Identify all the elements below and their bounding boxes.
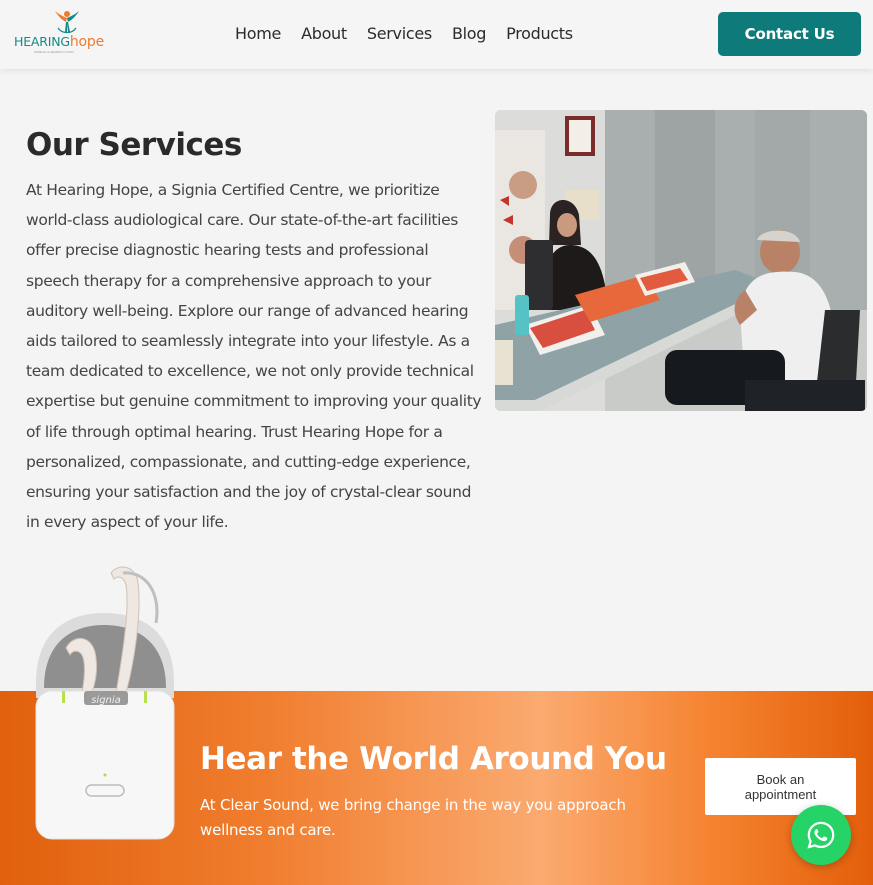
logo-word-hope: hope	[69, 34, 104, 50]
hearing-aid-charger-image: signia	[26, 563, 186, 843]
site-header: HEARINGhope SPEECH & HEARING CLINIC Home…	[0, 0, 873, 69]
nav-home[interactable]: Home	[235, 24, 281, 43]
whatsapp-icon	[807, 821, 835, 849]
clinic-scene-illustration	[495, 110, 867, 411]
nav-services[interactable]: Services	[367, 24, 432, 43]
nav-blog[interactable]: Blog	[452, 24, 486, 43]
device-brand-label: signia	[91, 695, 121, 706]
contact-us-button[interactable]: Contact Us	[718, 12, 861, 56]
main-nav: Home About Services Blog Products	[235, 24, 573, 43]
logo-tagline: SPEECH & HEARING CLINIC	[34, 50, 75, 54]
logo-figure-icon	[55, 11, 79, 34]
whatsapp-chat-button[interactable]	[791, 805, 851, 865]
clinic-consultation-photo	[495, 110, 867, 411]
nav-products[interactable]: Products	[506, 24, 573, 43]
banner-description: At Clear Sound, we bring change in the w…	[200, 796, 626, 839]
logo-word-hearing: HEARING	[14, 34, 70, 49]
banner-title: Hear the World Around You	[200, 741, 667, 777]
book-appointment-button[interactable]: Book an appointment	[705, 758, 856, 815]
hearing-hope-logo[interactable]: HEARINGhope SPEECH & HEARING CLINIC	[14, 10, 114, 54]
logo-wordmark: HEARINGhope	[14, 34, 104, 50]
services-title: Our Services	[26, 127, 242, 163]
nav-about[interactable]: About	[301, 24, 347, 43]
services-description: At Hearing Hope, a Signia Certified Cent…	[26, 181, 482, 532]
